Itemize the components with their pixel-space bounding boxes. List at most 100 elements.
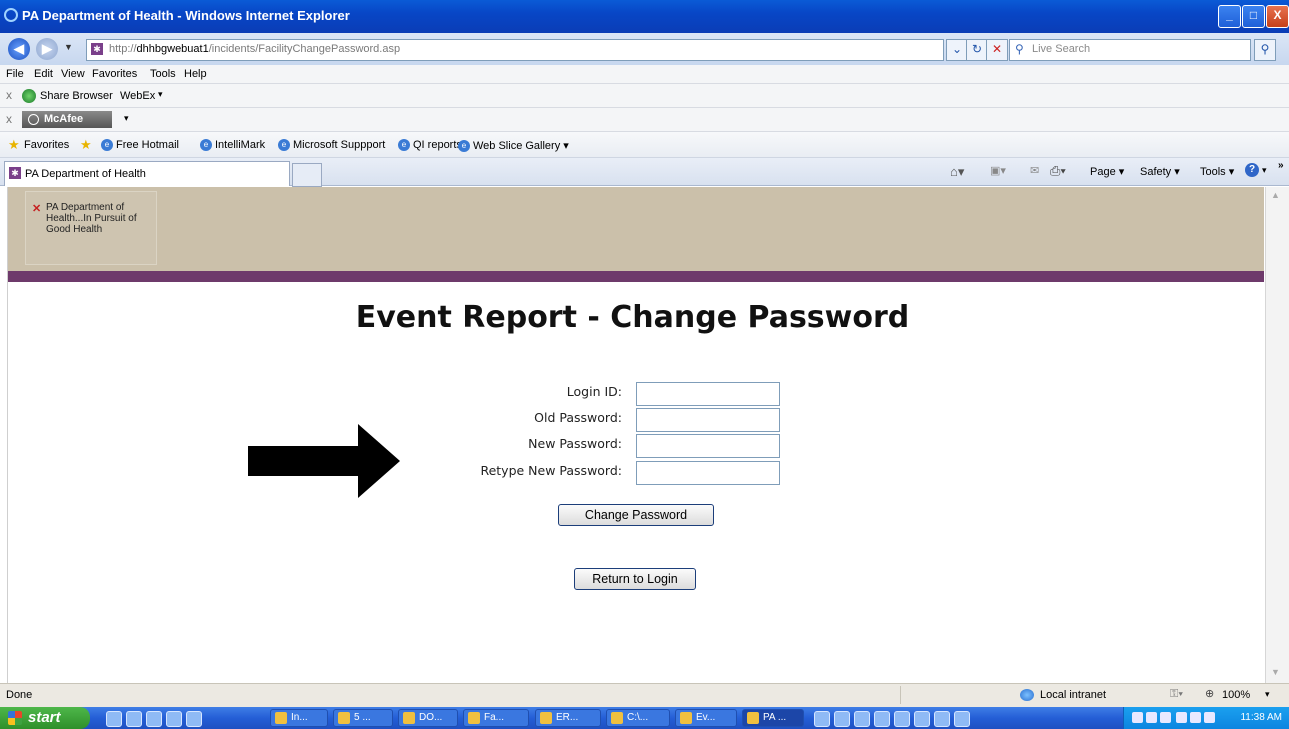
help-icon[interactable]: ? <box>1245 163 1259 177</box>
minimize-button[interactable]: _ <box>1218 5 1241 28</box>
fav-link-web-slice-gallery[interactable]: e Web Slice Gallery ▾ <box>458 139 569 153</box>
taskbar-app-icon[interactable] <box>914 711 930 727</box>
new-tab-button[interactable] <box>292 163 322 187</box>
taskbar-item[interactable]: C:\... <box>606 709 670 727</box>
fav-link-microsoft-support[interactable]: e Microsoft Suppport <box>278 139 385 152</box>
quicklaunch-ie-icon[interactable] <box>126 711 142 727</box>
login-id-input[interactable] <box>636 382 780 406</box>
mcafee-dropdown-icon[interactable]: ▾ <box>124 113 129 124</box>
address-dropdown-icon[interactable]: ⌄ <box>946 39 968 61</box>
chevron-more-icon[interactable]: » <box>1278 160 1284 171</box>
tray-icon[interactable] <box>1146 712 1157 723</box>
quicklaunch-icon[interactable] <box>106 711 122 727</box>
taskbar-app-icon[interactable] <box>814 711 830 727</box>
window-title: PA Department of Health - Windows Intern… <box>22 8 350 23</box>
clock[interactable]: 11:38 AM <box>1240 712 1282 723</box>
quicklaunch-icon[interactable] <box>166 711 182 727</box>
taskbar-item[interactable]: 5 ... <box>333 709 393 727</box>
safety-menu[interactable]: Safety ▾ <box>1140 165 1180 178</box>
tab-label: PA Department of Health <box>25 168 146 180</box>
taskbar-app-icon[interactable] <box>874 711 890 727</box>
add-favorite-icon[interactable]: ★ <box>80 137 92 153</box>
taskbar-app-icon[interactable] <box>854 711 870 727</box>
search-input[interactable]: ⚲ Live Search <box>1009 39 1251 61</box>
taskbar-item[interactable]: Fa... <box>463 709 529 727</box>
favorites-star-icon: ★ <box>8 137 20 152</box>
feeds-icon[interactable]: ▣▾ <box>990 164 1006 177</box>
return-to-login-button[interactable]: Return to Login <box>574 568 696 590</box>
taskbar-app-icon[interactable] <box>954 711 970 727</box>
zoom-dropdown-icon[interactable]: ▾ <box>1265 689 1270 700</box>
stop-icon[interactable]: ✕ <box>986 39 1008 61</box>
site-logo-placeholder: ✕ PA Department of Health...In Pursuit o… <box>25 191 157 265</box>
menu-view[interactable]: View <box>61 68 85 80</box>
new-password-input[interactable] <box>636 434 780 458</box>
close-button[interactable]: X <box>1266 5 1289 28</box>
fav-link-intellimark[interactable]: e IntelliMark <box>200 139 265 152</box>
taskbar-item[interactable]: DO... <box>398 709 458 727</box>
taskbar-item[interactable]: ER... <box>535 709 601 727</box>
taskbar-app-icon[interactable] <box>834 711 850 727</box>
help-dropdown-icon[interactable]: ▾ <box>1262 165 1267 176</box>
menu-file[interactable]: File <box>6 68 24 80</box>
close-toolbar-icon[interactable]: x <box>6 112 12 126</box>
refresh-icon[interactable]: ↻ <box>966 39 988 61</box>
fav-link-hotmail[interactable]: e Free Hotmail <box>101 139 179 152</box>
webex-button[interactable]: WebEx <box>120 90 155 102</box>
taskbar-item[interactable]: In... <box>270 709 328 727</box>
search-go-icon[interactable]: ⚲ <box>1254 39 1276 61</box>
webex-dropdown-icon[interactable]: ▾ <box>158 89 163 100</box>
tools-menu[interactable]: Tools ▾ <box>1200 165 1234 178</box>
scroll-up-icon[interactable]: ▲ <box>1271 190 1280 200</box>
mcafee-icon <box>28 114 39 125</box>
taskbar-app-icon[interactable] <box>934 711 950 727</box>
taskbar-app-icon[interactable] <box>894 711 910 727</box>
quicklaunch-icon[interactable] <box>146 711 162 727</box>
quicklaunch-mail-icon[interactable] <box>186 711 202 727</box>
tray-icon[interactable] <box>1190 712 1201 723</box>
read-mail-icon[interactable]: ✉ <box>1030 164 1039 177</box>
page-menu[interactable]: Page ▾ <box>1090 165 1124 178</box>
taskbar-item-active[interactable]: PA ... <box>742 709 804 727</box>
old-password-input[interactable] <box>636 408 780 432</box>
tray-icon[interactable] <box>1160 712 1171 723</box>
menu-tools[interactable]: Tools <box>150 68 176 80</box>
site-favicon: ✱ <box>9 167 21 179</box>
protected-mode-icon[interactable]: ⚿▾ <box>1170 688 1183 701</box>
logo-alt-text: PA Department of Health...In Pursuit of … <box>46 202 137 235</box>
zoom-level[interactable]: 100% <box>1222 689 1250 701</box>
home-icon[interactable]: ⌂▾ <box>950 164 964 180</box>
favorites-button[interactable]: Favorites <box>24 139 69 151</box>
tray-icon[interactable] <box>1176 712 1187 723</box>
close-toolbar-icon[interactable]: x <box>6 88 12 102</box>
window-titlebar: PA Department of Health - Windows Intern… <box>0 0 1289 33</box>
fav-link-qi-reports[interactable]: e QI reports <box>398 139 462 152</box>
scroll-down-icon[interactable]: ▼ <box>1271 667 1280 677</box>
tab-pa-department-of-health[interactable]: ✱ PA Department of Health <box>4 161 290 186</box>
taskbar-item[interactable]: Ev... <box>675 709 737 727</box>
recent-pages-dropdown-icon[interactable]: ▼ <box>64 42 73 52</box>
tray-icon[interactable] <box>1132 712 1143 723</box>
back-button[interactable]: ◀ <box>8 38 30 60</box>
ie-page-icon: e <box>278 139 290 152</box>
intranet-globe-icon <box>1020 689 1034 701</box>
menu-help[interactable]: Help <box>184 68 207 80</box>
maximize-button[interactable]: □ <box>1242 5 1265 28</box>
change-password-button[interactable]: Change Password <box>558 504 714 526</box>
share-browser-icon <box>22 89 36 103</box>
vertical-scrollbar[interactable]: ▲ ▼ <box>1265 187 1289 683</box>
address-bar[interactable]: ✱ http://dhhbgwebuat1/incidents/Facility… <box>86 39 944 61</box>
retype-password-input[interactable] <box>636 461 780 485</box>
menu-edit[interactable]: Edit <box>34 68 53 80</box>
old-password-label: Old Password: <box>534 410 622 425</box>
share-browser-button[interactable]: Share Browser <box>40 90 113 102</box>
menu-favorites[interactable]: Favorites <box>92 68 137 80</box>
start-button[interactable]: start <box>0 707 90 729</box>
status-text: Done <box>6 689 33 701</box>
print-icon[interactable]: ⎙▾ <box>1050 163 1066 179</box>
ie-icon <box>4 8 18 22</box>
security-zone: Local intranet <box>1040 689 1107 701</box>
forward-button[interactable]: ▶ <box>36 38 58 60</box>
tray-icon[interactable] <box>1204 712 1215 723</box>
zoom-icon[interactable]: ⊕ <box>1205 687 1214 700</box>
